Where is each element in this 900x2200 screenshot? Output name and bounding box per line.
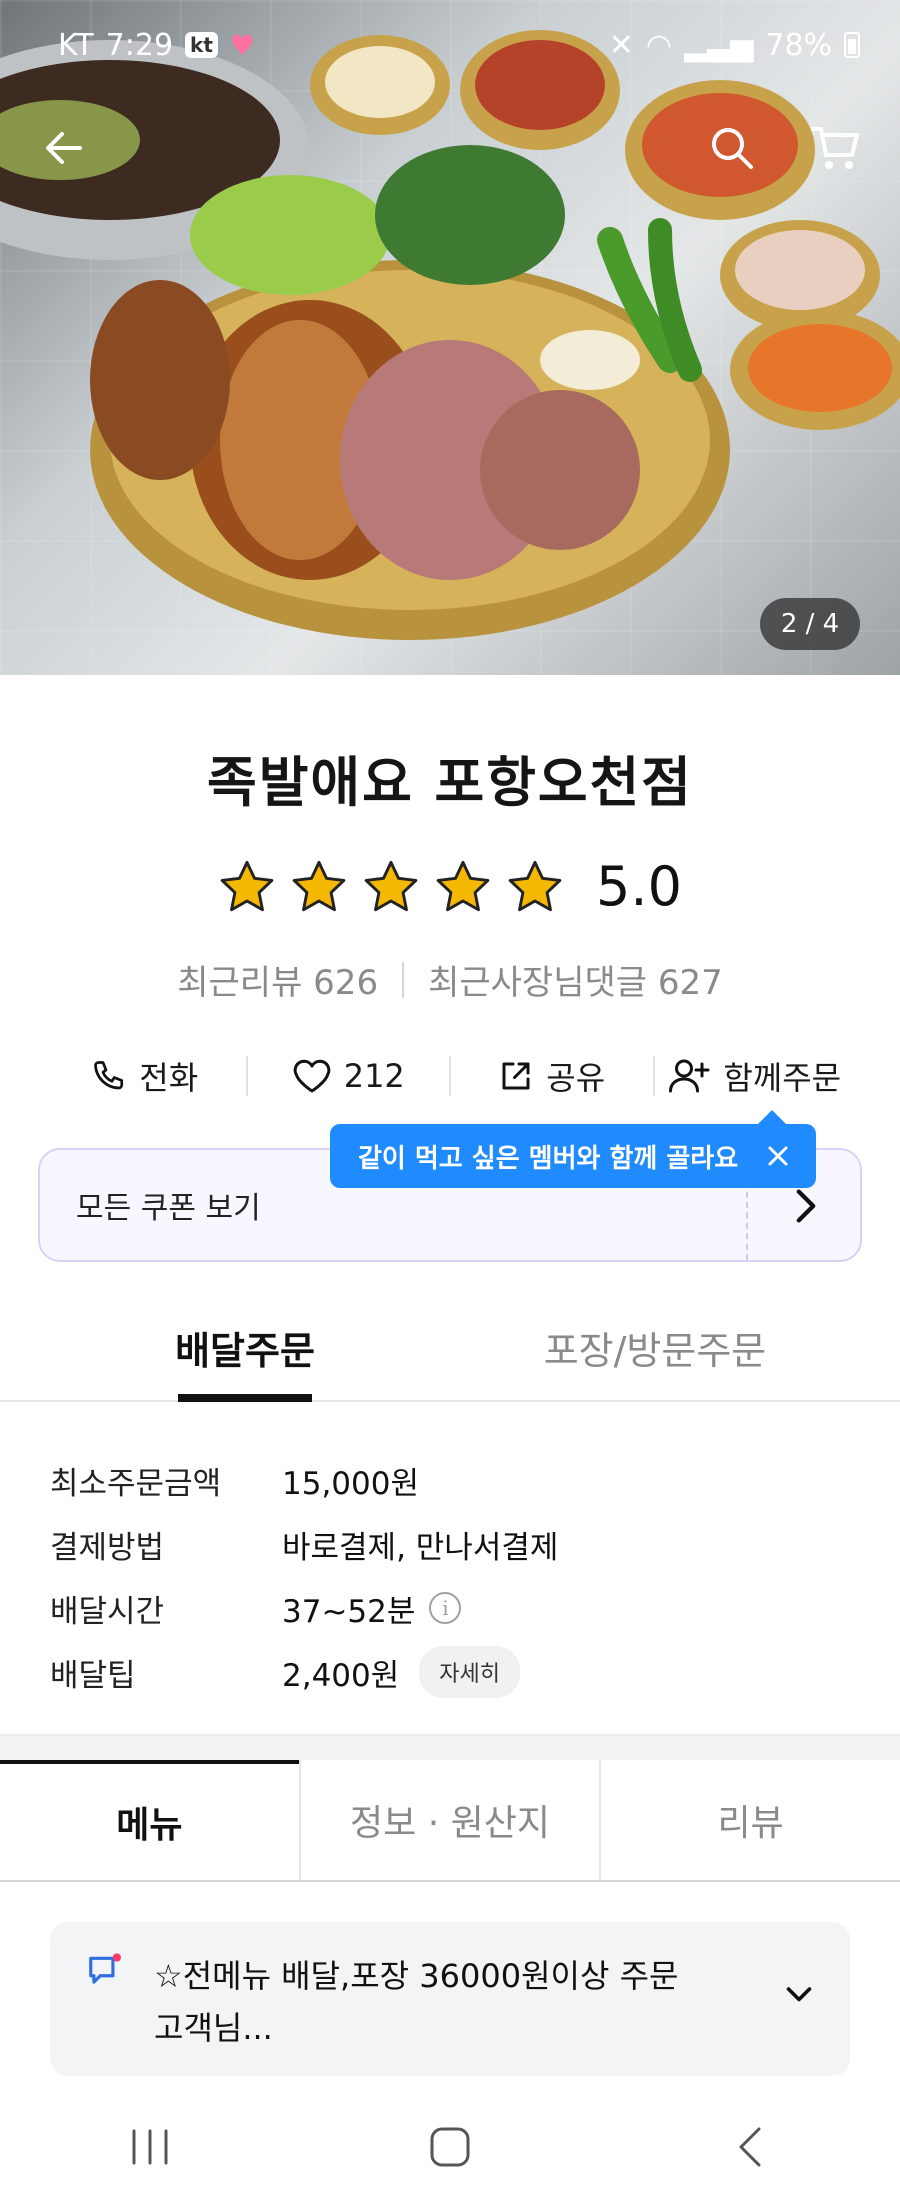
battery-icon: [844, 32, 860, 58]
cart-icon: [811, 127, 859, 169]
star-icon: [508, 860, 562, 911]
delivery-time-cell: 37~52분 i: [282, 1586, 462, 1631]
notice-chat-icon: [89, 1953, 121, 1984]
home-icon: [430, 2127, 470, 2167]
chevron-down-icon[interactable]: [784, 1984, 814, 2006]
payment-label: 결제방법: [50, 1529, 165, 1566]
status-bar: KT 7:29 kt ♥ ✕ ◠ ▂▃▅ 78%: [0, 0, 900, 90]
store-name: 족발애요 포항오천점: [207, 751, 693, 814]
tab-pickup[interactable]: 포장/방문주문: [490, 1300, 820, 1400]
call-label: 전화: [139, 1059, 199, 1097]
carrier-label: KT: [58, 27, 94, 63]
search-icon: [712, 128, 753, 169]
battery-percent: 78%: [765, 27, 832, 63]
recent-reviews-link[interactable]: 최근리뷰 626: [177, 955, 378, 1004]
clock: 7:29: [105, 27, 174, 63]
chevron-right-icon: [796, 1189, 816, 1223]
mute-icon: ✕: [608, 27, 634, 63]
info-row-delivery-tip: 배달팁 2,400원 자세히: [50, 1640, 870, 1704]
heart-outline-icon: [293, 1059, 331, 1093]
call-button[interactable]: 전화: [44, 1053, 246, 1099]
notice-line-2: 고객님...: [154, 2009, 273, 2047]
image-page-indicator: 2 / 4: [760, 598, 860, 650]
home-button[interactable]: [390, 2107, 510, 2187]
notice-text: ☆전메뉴 배달,포장 36000원이상 주문 고객님...: [154, 1950, 734, 2054]
recent-apps-icon: [132, 2129, 168, 2165]
store-actions: 전화 212 공유 함께주문: [44, 1048, 856, 1104]
back-chevron-icon: [739, 2127, 761, 2167]
tab-pickup-label: 포장/방문주문: [543, 1329, 767, 1373]
delivery-time-value: 37~52분: [282, 1593, 416, 1630]
tooltip-text: 같이 먹고 싶은 멤버와 함께 골라요: [358, 1143, 739, 1174]
star-icon: [364, 860, 418, 911]
section-divider: [0, 1734, 900, 1760]
tab-review[interactable]: 리뷰: [599, 1760, 900, 1880]
cart-button[interactable]: [800, 112, 872, 184]
heart-notification-icon: ♥: [229, 28, 256, 62]
delivery-tip-label: 배달팁: [50, 1657, 136, 1694]
group-order-button[interactable]: 함께주문: [655, 1053, 857, 1099]
tab-menu-label: 메뉴: [116, 1805, 183, 1846]
order-type-tabs: 배달주문 포장/방문주문: [0, 1300, 900, 1402]
back-button[interactable]: [28, 112, 100, 184]
like-button[interactable]: 212: [248, 1057, 450, 1095]
tab-delivery[interactable]: 배달주문: [0, 1300, 490, 1400]
tab-review-label: 리뷰: [717, 1803, 784, 1844]
info-row-delivery-time: 배달시간 37~52분 i: [50, 1576, 870, 1640]
store-section-tabs: 메뉴 정보 · 원산지 리뷰: [0, 1760, 900, 1882]
delivery-info: 최소주문금액 15,000원 결제방법 바로결제, 만나서결제 배달시간 37~…: [50, 1448, 870, 1704]
tip-detail-button[interactable]: 자세히: [419, 1646, 521, 1698]
info-row-min-order: 최소주문금액 15,000원: [50, 1448, 870, 1512]
rating-score: 5.0: [596, 855, 682, 918]
share-label: 공유: [546, 1059, 606, 1097]
payment-value: 바로결제, 만나서결제: [282, 1529, 559, 1566]
share-icon: [502, 1062, 530, 1090]
back-arrow-icon: [46, 132, 82, 164]
close-icon: [768, 1146, 788, 1166]
owner-notice[interactable]: ☆전메뉴 배달,포장 36000원이상 주문 고객님...: [50, 1922, 850, 2076]
info-icon[interactable]: i: [429, 1592, 462, 1624]
wifi-icon: ◠: [645, 27, 673, 63]
system-back-button[interactable]: [690, 2107, 810, 2187]
system-nav-bar: [0, 2094, 900, 2200]
group-order-tooltip[interactable]: 같이 먹고 싶은 멤버와 함께 골라요: [330, 1110, 816, 1188]
hero-image[interactable]: KT 7:29 kt ♥ ✕ ◠ ▂▃▅ 78% 2 / 4: [0, 0, 900, 675]
tab-delivery-label: 배달주문: [175, 1329, 315, 1373]
tab-info-origin[interactable]: 정보 · 원산지: [298, 1760, 600, 1880]
food-photo: [0, 30, 900, 640]
star-icon: [292, 860, 346, 911]
tooltip-close-button[interactable]: [760, 1138, 796, 1174]
recent-apps-button[interactable]: [90, 2107, 210, 2187]
divider: [402, 961, 405, 998]
delivery-time-label: 배달시간: [50, 1593, 165, 1630]
delivery-tip-cell: 2,400원 자세히: [282, 1646, 521, 1698]
like-count: 212: [343, 1057, 405, 1095]
info-row-payment: 결제방법 바로결제, 만나서결제: [50, 1512, 870, 1576]
group-order-label: 함께주문: [723, 1059, 842, 1097]
owner-replies-link[interactable]: 최근사장님댓글 627: [428, 955, 723, 1004]
kt-app-icon: kt: [185, 32, 218, 58]
min-order-label: 최소주문금액: [50, 1465, 222, 1502]
notice-line-1: ☆전메뉴 배달,포장 36000원이상 주문: [154, 1957, 679, 1995]
review-counts: 최근리뷰 626 최근사장님댓글 627: [0, 955, 900, 1004]
coupon-label: 모든 쿠폰 보기: [76, 1191, 261, 1226]
phone-icon: [94, 1061, 124, 1090]
tab-menu[interactable]: 메뉴: [0, 1760, 299, 1880]
search-button[interactable]: [696, 112, 768, 184]
min-order-value: 15,000원: [282, 1465, 419, 1502]
signal-icon: ▂▃▅: [684, 27, 754, 63]
delivery-tip-value: 2,400원: [282, 1657, 400, 1694]
star-icon: [436, 860, 490, 911]
star-icon: [220, 860, 274, 911]
share-button[interactable]: 공유: [451, 1053, 653, 1099]
rating-row: 5.0: [0, 855, 900, 918]
tab-info-origin-label: 정보 · 원산지: [350, 1803, 550, 1844]
add-person-icon: [669, 1059, 710, 1093]
